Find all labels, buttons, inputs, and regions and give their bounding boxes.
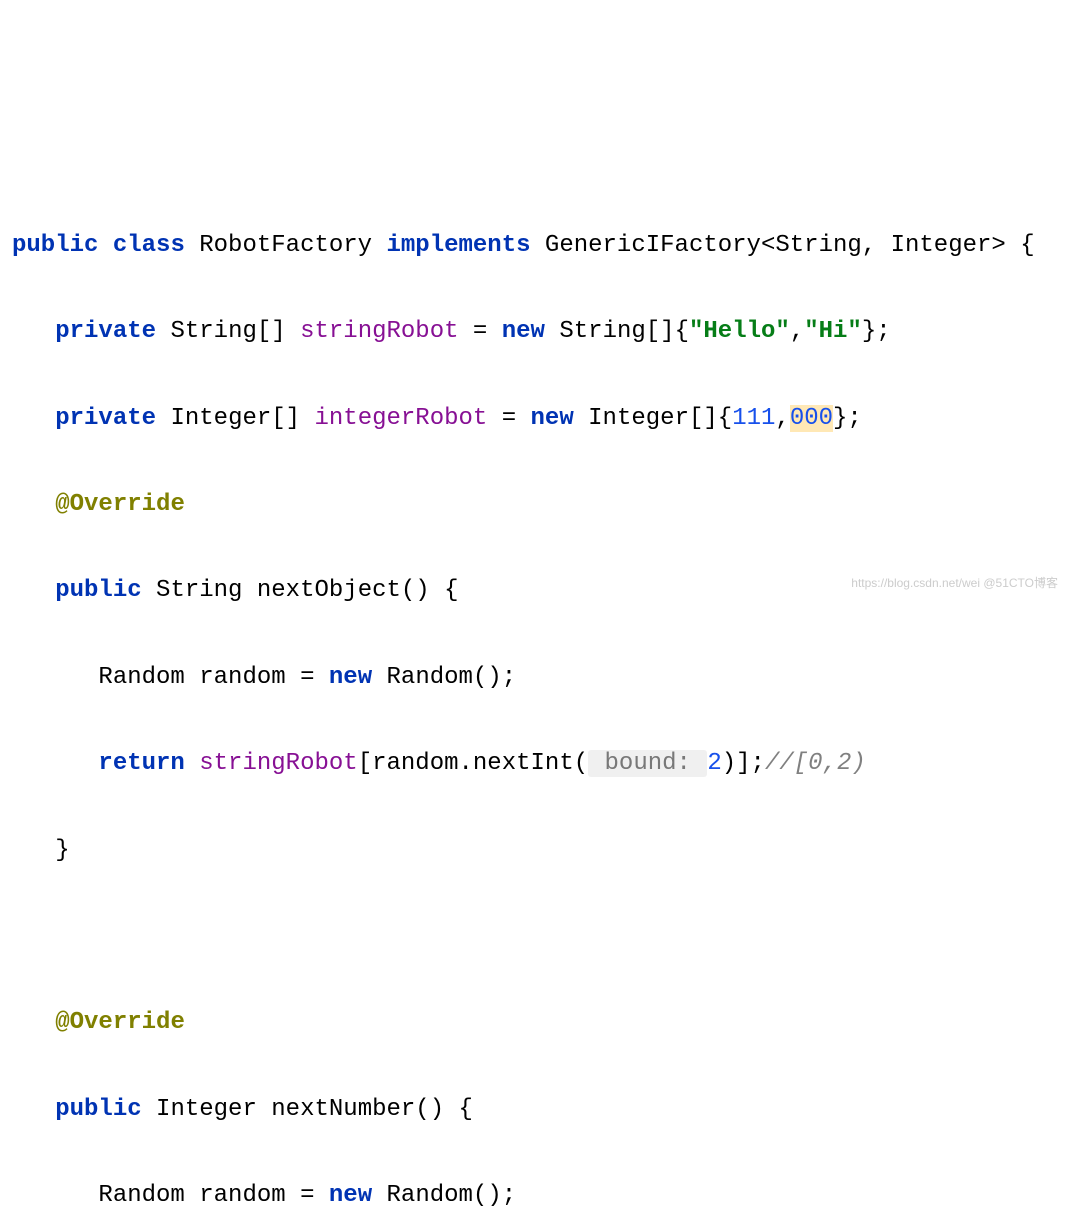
comma: , (790, 318, 804, 345)
equals: = (286, 664, 329, 691)
var-random: random (199, 664, 285, 691)
brace: } (55, 837, 69, 864)
brace: { (1020, 232, 1034, 259)
num-000: 000 (790, 405, 833, 432)
line-2: private String[] stringRobot = new Strin… (12, 310, 1070, 353)
annotation-override: @Override (55, 491, 185, 518)
type-random: Random (98, 664, 184, 691)
code-editor[interactable]: public class RobotFactory implements Gen… (12, 181, 1070, 1214)
equals: = (459, 318, 502, 345)
equals: = (286, 1182, 329, 1209)
access: [random.nextInt( (358, 750, 588, 777)
kw-new: new (329, 1182, 372, 1209)
return-type: Integer (156, 1096, 257, 1123)
brace: { (444, 1096, 473, 1123)
field-stringRobot: stringRobot (300, 318, 458, 345)
type: Integer[] (170, 405, 300, 432)
line-12: Random random = new Random(); (12, 1174, 1070, 1214)
close: }; (833, 405, 862, 432)
kw-new: new (329, 664, 372, 691)
line-6: Random random = new Random(); (12, 656, 1070, 699)
kw-public: public (12, 232, 98, 259)
num-111: 111 (732, 405, 775, 432)
method-name: nextObject() (257, 577, 430, 604)
method-name: nextNumber() (271, 1096, 444, 1123)
ctor: Random(); (387, 664, 517, 691)
line-1: public class RobotFactory implements Gen… (12, 224, 1070, 267)
comment: //[0,2) (765, 750, 866, 777)
str-hi: "Hi" (804, 318, 862, 345)
var-random: random (199, 1182, 285, 1209)
kw-class: class (113, 232, 185, 259)
type: String[] (170, 318, 285, 345)
line-7: return stringRobot[random.nextInt( bound… (12, 742, 1070, 785)
kw-return: return (98, 750, 184, 777)
kw-new: new (531, 405, 574, 432)
close: )]; (722, 750, 765, 777)
class-name: RobotFactory (199, 232, 372, 259)
kw-new: new (502, 318, 545, 345)
comma: , (775, 405, 789, 432)
ctor: Random(); (387, 1182, 517, 1209)
watermark: https://blog.csdn.net/wei @51CTO博客 (851, 573, 1058, 595)
str-hello: "Hello" (689, 318, 790, 345)
line-11: public Integer nextNumber() { (12, 1088, 1070, 1131)
annotation-override: @Override (55, 1009, 185, 1036)
kw-implements: implements (386, 232, 530, 259)
line-8: } (12, 829, 1070, 872)
field-integerRobot: integerRobot (314, 405, 487, 432)
kw-public: public (55, 1096, 141, 1123)
kw-private: private (55, 318, 156, 345)
equals: = (487, 405, 530, 432)
init-open: String[]{ (559, 318, 689, 345)
line-9 (12, 915, 1070, 958)
init-open: Integer[]{ (588, 405, 732, 432)
brace: { (430, 577, 459, 604)
num-2: 2 (707, 750, 721, 777)
line-4: @Override (12, 483, 1070, 526)
line-3: private Integer[] integerRobot = new Int… (12, 397, 1070, 440)
kw-public: public (55, 577, 141, 604)
line-10: @Override (12, 1001, 1070, 1044)
param-hint: bound: (588, 750, 707, 777)
interface-type: GenericIFactory<String, Integer> (545, 232, 1006, 259)
close: }; (862, 318, 891, 345)
kw-private: private (55, 405, 156, 432)
field-stringRobot: stringRobot (199, 750, 357, 777)
return-type: String (156, 577, 242, 604)
type-random: Random (98, 1182, 184, 1209)
